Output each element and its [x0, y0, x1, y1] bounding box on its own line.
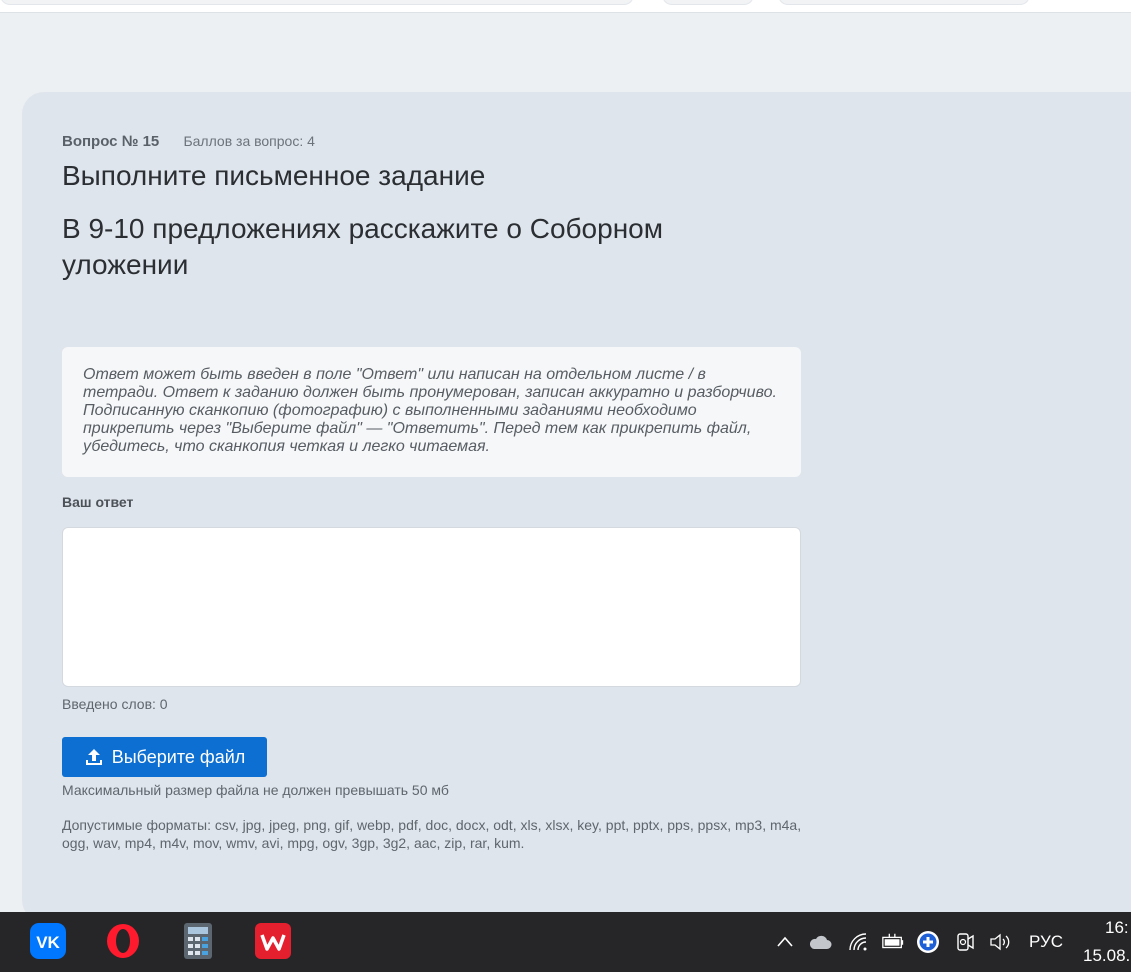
- question-text: В 9-10 предложениях расскажите о Соборно…: [62, 213, 663, 280]
- clock-date[interactable]: 15.08.: [1083, 946, 1130, 966]
- speaker-icon[interactable]: [988, 930, 1012, 954]
- choose-file-button[interactable]: Выберите файл: [62, 737, 267, 777]
- allowed-formats-note: Допустимые форматы: csv, jpg, jpeg, png,…: [62, 817, 802, 851]
- battery-icon[interactable]: [881, 930, 905, 954]
- question-number: Вопрос № 15: [62, 133, 160, 150]
- answer-instructions: Ответ может быть введен в поле "Ответ" и…: [62, 347, 801, 477]
- clock-time[interactable]: 16:: [1105, 918, 1129, 938]
- choose-file-label: Выберите файл: [111, 746, 246, 767]
- opera-icon[interactable]: [104, 922, 142, 960]
- upload-icon: [84, 747, 104, 767]
- question-meta: Вопрос № 15 Баллов за вопрос: 4: [62, 133, 315, 150]
- vk-icon[interactable]: VK: [29, 922, 67, 960]
- address-bar-edge: [0, 0, 634, 5]
- vk-logo-text: VK: [36, 933, 60, 952]
- toolbar-pill: [662, 0, 754, 5]
- wifi-icon[interactable]: [846, 930, 870, 954]
- answer-label: Ваш ответ: [62, 494, 134, 510]
- toolbar-pill: [778, 0, 1030, 5]
- question-points: Баллов за вопрос: 4: [183, 133, 315, 149]
- input-language-indicator[interactable]: РУС: [1029, 932, 1063, 952]
- chevron-up-icon[interactable]: [773, 930, 797, 954]
- max-file-size-note: Максимальный размер файла не должен прев…: [62, 782, 449, 798]
- question-title: Выполните письменное задание: [62, 160, 486, 191]
- browser-top-bar: [0, 0, 1131, 13]
- wps-office-icon[interactable]: [254, 922, 292, 960]
- calculator-icon[interactable]: [179, 922, 217, 960]
- word-count: Введено слов: 0: [62, 696, 168, 712]
- cloud-icon[interactable]: [808, 930, 832, 954]
- answer-textarea[interactable]: [62, 527, 801, 687]
- camera-icon[interactable]: [953, 930, 977, 954]
- shield-plus-icon[interactable]: [916, 930, 940, 954]
